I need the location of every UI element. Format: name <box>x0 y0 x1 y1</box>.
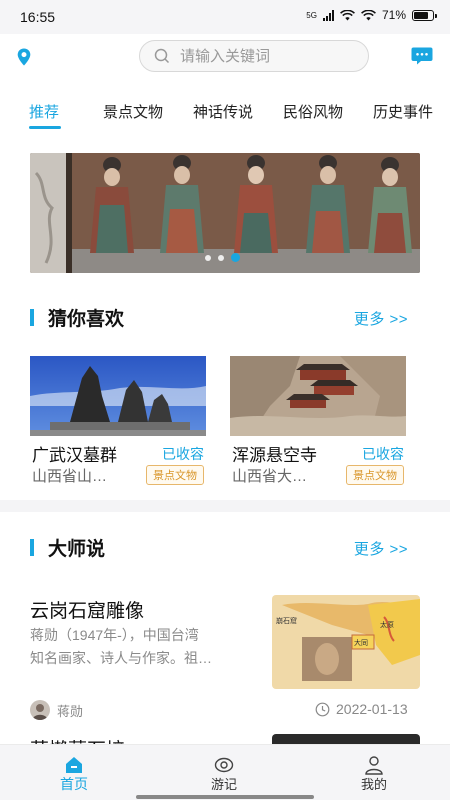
attraction-card[interactable]: 浑源悬空寺 已收容 山西省大… 景点文物 <box>230 356 406 486</box>
attraction-card[interactable]: 广武汉墓群 已收容 山西省山… 景点文物 <box>30 356 206 486</box>
signal-icon <box>322 9 334 21</box>
nav-home[interactable]: 首页 <box>29 745 119 797</box>
section-title: 大师说 <box>48 539 106 560</box>
location-pin-icon[interactable] <box>17 48 31 66</box>
tab-myths[interactable]: 神话传说 <box>193 101 253 122</box>
section-title: 猜你喜欢 <box>48 309 125 330</box>
avatar <box>30 700 50 720</box>
article-desc-line: 蒋勋（1947年-），中国台湾 <box>30 627 199 643</box>
nav-label: 首页 <box>60 776 88 792</box>
section-accent-bar <box>30 309 34 326</box>
more-link[interactable]: 更多 >> <box>354 538 408 559</box>
status-indicators: 5G 71% <box>306 8 437 22</box>
carousel-dot[interactable] <box>205 254 211 261</box>
tab-historical-events[interactable]: 历史事件 <box>373 101 433 122</box>
card-image <box>230 356 406 436</box>
category-tabs: 推荐 景点文物 神话传说 民俗风物 历史事件 <box>0 92 450 132</box>
map-label: 崩石窟 <box>276 616 297 625</box>
card-location: 山西省山… <box>32 468 108 485</box>
home-icon <box>66 757 82 773</box>
active-tab-indicator <box>29 126 61 129</box>
article-thumbnail[interactable] <box>272 734 420 744</box>
card-title: 浑源悬空寺 <box>232 446 317 465</box>
card-image <box>30 356 206 436</box>
header <box>0 34 450 84</box>
search-icon <box>154 48 170 64</box>
section-accent-bar <box>30 539 34 556</box>
article-description: 蒋勋（1947年-），中国台湾 知名画家、诗人与作家。祖… <box>30 624 248 670</box>
message-icon[interactable] <box>411 47 433 65</box>
author-name: 蒋勋 <box>57 704 84 719</box>
nav-profile[interactable]: 我的 <box>329 745 419 797</box>
search-box[interactable] <box>139 40 369 72</box>
user-icon <box>365 756 383 775</box>
eye-icon <box>214 757 234 773</box>
map-label: 太原 <box>380 620 394 629</box>
category-tag: 景点文物 <box>146 465 204 485</box>
favorite-status[interactable]: 已收容 <box>162 444 204 464</box>
card-location: 山西省大… <box>232 468 308 485</box>
master-section-header: 大师说 更多 >> <box>0 533 450 563</box>
wifi-icon <box>340 9 355 20</box>
nav-label: 游记 <box>210 777 237 792</box>
favorite-status[interactable]: 已收容 <box>362 444 404 464</box>
tab-folk-customs[interactable]: 民俗风物 <box>283 101 343 122</box>
bottom-navigation: 首页 游记 我的 <box>0 744 450 800</box>
article-desc-line: 知名画家、诗人与作家。祖… <box>30 650 212 666</box>
status-bar: 16:55 5G 71% <box>0 0 450 34</box>
section-divider <box>0 500 450 512</box>
tab-recommend[interactable]: 推荐 <box>29 101 59 122</box>
clock-icon <box>315 702 330 717</box>
nav-travel-notes[interactable]: 游记 <box>179 745 269 797</box>
more-link[interactable]: 更多 >> <box>354 308 408 329</box>
wifi-icon <box>361 9 376 20</box>
network-label: 5G <box>306 10 317 20</box>
category-tag: 景点文物 <box>346 465 404 485</box>
tab-scenic-relics[interactable]: 景点文物 <box>103 101 163 122</box>
article-date: 2022-01-13 <box>336 701 408 717</box>
guess-section-header: 猜你喜欢 更多 >> <box>0 303 450 333</box>
carousel-dot-active[interactable] <box>231 253 240 262</box>
status-time: 16:55 <box>20 9 56 25</box>
article-title: 云岗石窟雕像 <box>30 601 145 622</box>
card-title: 广武汉墓群 <box>32 446 117 465</box>
home-indicator <box>136 795 314 799</box>
nav-label: 我的 <box>360 777 387 792</box>
battery-icon <box>412 9 437 21</box>
search-input[interactable] <box>180 47 360 65</box>
map-label: 大同 <box>354 638 368 647</box>
article-thumbnail: 崩石窟 太原 大同 <box>272 595 420 689</box>
carousel-dot[interactable] <box>218 254 224 261</box>
carousel-indicator <box>205 253 240 262</box>
battery-percent: 71% <box>381 8 406 22</box>
